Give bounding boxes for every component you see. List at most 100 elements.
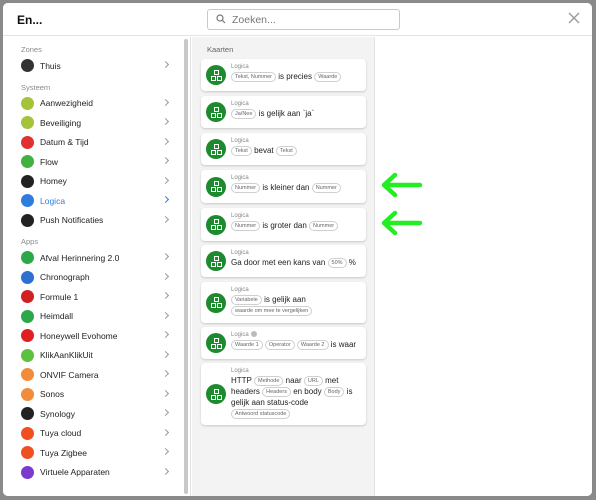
argument-chip[interactable]: Nummer: [311, 183, 341, 193]
sidebar-item-chronograph[interactable]: Chronograph: [3, 268, 190, 288]
flow-card[interactable]: Logica Tekst, Nummer is precies Waarde: [201, 59, 366, 91]
argument-chip[interactable]: Waarde: [314, 72, 342, 82]
tuya-zigbee-icon: [21, 446, 34, 460]
sidebar-item-formule-1[interactable]: Formule 1: [3, 287, 190, 307]
presence-icon: [21, 96, 34, 110]
argument-chip[interactable]: Tekst: [231, 146, 252, 156]
argument-chip[interactable]: Nummer: [309, 221, 339, 231]
sidebar-item-klikaanklikuit[interactable]: KlikAanKlikUit: [3, 346, 190, 366]
argument-chip[interactable]: Nummer: [231, 183, 261, 193]
chevron-right-icon: [161, 330, 170, 339]
card-body: Logica Variabele is gelijk aan waarde om …: [231, 286, 362, 316]
card-text-fragment: %: [348, 258, 356, 267]
sidebar-item-tuya-zigbee[interactable]: Tuya Zigbee: [3, 443, 190, 463]
argument-chip[interactable]: Tekst: [275, 146, 297, 156]
card-body: Logica Ja/Nee is gelijk aan `ja`: [231, 100, 362, 119]
window: En... Zones Thuis Systeem Aanwezigheid Bevei…: [3, 3, 592, 496]
flow-card[interactable]: Logica Ga door met een kans van 50% %: [201, 245, 366, 277]
card-body: Logica Tekst, Nummer is precies Waarde: [231, 63, 362, 82]
card-sentence: Tekst bevat Tekst: [231, 145, 362, 156]
argument-chip[interactable]: waarde om mee te vergelijken: [231, 306, 313, 316]
shield-icon: [21, 309, 34, 323]
argument-chip[interactable]: 50%: [327, 258, 347, 268]
argument-chip[interactable]: Operator: [264, 340, 295, 350]
chevron-right-icon: [161, 117, 170, 126]
detail-panel: [376, 37, 592, 496]
argument-chip[interactable]: Headers: [262, 387, 291, 397]
flow-card[interactable]: Logica Variabele is gelijk aan waarde om …: [201, 282, 366, 323]
flow-card[interactable]: Logica Waarde 1 Operator Waarde 2 is waar: [201, 327, 366, 359]
sidebar-item-honeywell-evohome[interactable]: Honeywell Evohome: [3, 326, 190, 346]
sidebar-item-label: Homey: [40, 176, 67, 187]
argument-chip[interactable]: URL: [303, 376, 323, 386]
flow-card[interactable]: Logica Tekst bevat Tekst: [201, 133, 366, 165]
virtual-devices-icon: [21, 465, 34, 479]
card-type-text: Logica: [231, 64, 249, 70]
search-box[interactable]: [207, 9, 400, 30]
phone-icon: [21, 213, 34, 227]
sidebar-item-virtuele-apparaten[interactable]: Virtuele Apparaten: [3, 463, 190, 483]
sidebar-item-datum-tijd[interactable]: Datum & Tijd: [3, 133, 190, 153]
card-text-fragment: is kleiner dan: [262, 183, 310, 192]
sidebar-item-push-notificaties[interactable]: Push Notificaties: [3, 211, 190, 231]
card-text-fragment: HTTP: [231, 376, 252, 385]
logic-icon: [206, 333, 226, 353]
sidebar: Zones Thuis Systeem Aanwezigheid Beveiliging…: [3, 37, 191, 496]
kaku-icon: [21, 348, 34, 362]
argument-chip[interactable]: Variabele: [231, 295, 262, 305]
card-type-text: Logica: [231, 368, 249, 374]
sidebar-item-label: Logica: [40, 195, 66, 206]
argument-chip[interactable]: Waarde 1: [231, 340, 263, 350]
flow-card[interactable]: Logica Ja/Nee is gelijk aan `ja`: [201, 96, 366, 128]
card-type-label: Logica: [231, 137, 362, 145]
sidebar-item-aanwezigheid[interactable]: Aanwezigheid: [3, 94, 190, 114]
sidebar-scrollbar[interactable]: [184, 39, 188, 494]
sidebar-item-flow[interactable]: Flow: [3, 152, 190, 172]
sidebar-item-tuya-cloud[interactable]: Tuya cloud: [3, 424, 190, 444]
card-sentence: Nummer is groter dan Nummer: [231, 220, 362, 231]
card-sentence: Nummer is kleiner dan Nummer: [231, 182, 362, 193]
flow-icon: [21, 155, 34, 169]
chevron-right-icon: [161, 311, 170, 319]
search-input[interactable]: [232, 12, 392, 27]
argument-chip[interactable]: Body: [323, 387, 345, 397]
sidebar-item-logica[interactable]: Logica: [3, 191, 190, 211]
card-body: Logica Ga door met een kans van 50% %: [231, 249, 362, 268]
close-icon[interactable]: [568, 12, 580, 24]
sidebar-item-label: Tuya Zigbee: [40, 447, 87, 458]
chevron-right-icon: [161, 137, 170, 145]
chevron-right-icon: [161, 272, 170, 280]
chevron-right-icon: [161, 252, 170, 261]
sidebar-item-thuis[interactable]: Thuis: [3, 56, 190, 76]
homey-icon: [21, 174, 34, 188]
chevron-right-icon: [161, 156, 170, 165]
annotation-arrow: [381, 210, 423, 236]
argument-chip[interactable]: Waarde 2: [296, 340, 329, 350]
cards-panel: Kaarten Logica Tekst, Nummer is precies W…: [192, 37, 375, 496]
argument-chip[interactable]: Antwoord statuscode: [231, 409, 291, 419]
sidebar-item-beveiliging[interactable]: Beveiliging: [3, 113, 190, 133]
argument-chip[interactable]: Ja/Nee: [231, 109, 257, 119]
flow-card[interactable]: Logica HTTP Methode naar URL met headers …: [201, 363, 366, 425]
flow-card[interactable]: Logica Nummer is kleiner dan Nummer: [201, 170, 366, 203]
flow-card[interactable]: Logica Nummer is groter dan Nummer: [201, 208, 366, 241]
annotation-arrow: [381, 172, 423, 198]
calendar-icon: [21, 135, 34, 149]
logic-icon: [206, 65, 226, 85]
sidebar-item-sonos[interactable]: Sonos: [3, 385, 190, 405]
sidebar-item-label: Datum & Tijd: [40, 137, 89, 148]
card-type-text: Logica: [231, 213, 249, 219]
argument-chip[interactable]: Methode: [253, 376, 284, 386]
sidebar-item-heimdall[interactable]: Heimdall: [3, 307, 190, 327]
sidebar-item-afval-herinnering-2-0[interactable]: Afval Herinnering 2.0: [3, 248, 190, 268]
info-icon[interactable]: [250, 331, 257, 337]
search-icon: [216, 14, 226, 24]
sidebar-item-onvif-camera[interactable]: ONVIF Camera: [3, 365, 190, 385]
argument-chip[interactable]: Tekst, Nummer: [231, 72, 276, 82]
sidebar-item-label: Aanwezigheid: [40, 98, 93, 109]
sidebar-item-homey[interactable]: Homey: [3, 172, 190, 192]
card-body: Logica HTTP Methode naar URL met headers …: [231, 367, 362, 419]
sidebar-item-synology[interactable]: Synology: [3, 404, 190, 424]
argument-chip[interactable]: Nummer: [231, 221, 261, 231]
chevron-right-icon: [161, 291, 170, 300]
